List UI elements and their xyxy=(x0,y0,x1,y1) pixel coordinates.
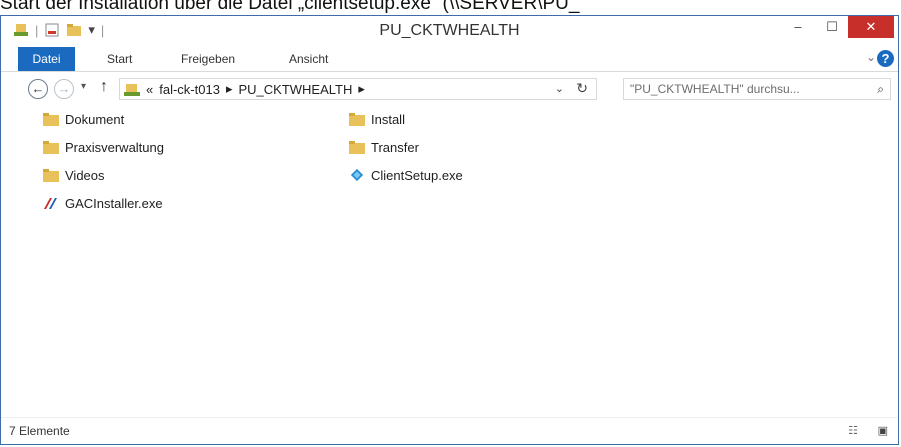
file-name: Transfer xyxy=(371,139,419,155)
tab-start[interactable]: Start xyxy=(107,47,132,71)
address-dropdown-icon[interactable]: ⌄ xyxy=(555,82,564,95)
folder-icon xyxy=(349,141,365,154)
large-icons-view-icon[interactable]: ▣ xyxy=(878,424,888,437)
folder-icon xyxy=(349,113,365,126)
item-count: 7 Elemente xyxy=(9,424,70,438)
title-bar: | ▾ | PU_CKTWHEALTH – ☐ ✕ xyxy=(1,16,898,47)
status-bar: 7 Elemente ☷ ▣ xyxy=(1,417,898,444)
file-name: ClientSetup.exe xyxy=(371,167,463,183)
file-name: Videos xyxy=(65,167,105,183)
file-name: GACInstaller.exe xyxy=(65,195,163,211)
file-name: Install xyxy=(371,111,405,127)
close-button[interactable]: ✕ xyxy=(848,16,894,38)
breadcrumb-pu-cktwhealth[interactable]: PU_CKTWHEALTH xyxy=(238,82,352,97)
refresh-icon[interactable]: ↻ xyxy=(576,80,588,97)
minimize-button[interactable]: – xyxy=(782,16,814,38)
list-item[interactable]: ClientSetup.exe xyxy=(349,164,463,186)
search-input[interactable]: "PU_CKTWHEALTH" durchsu... ⌕ xyxy=(623,78,891,100)
forward-button[interactable]: → xyxy=(54,79,74,99)
tab-datei[interactable]: Datei xyxy=(18,47,75,71)
up-button[interactable]: ↑ xyxy=(100,78,108,96)
folder-icon xyxy=(43,169,59,182)
explorer-window: | ▾ | PU_CKTWHEALTH – ☐ ✕ Datei Start Fr… xyxy=(0,15,899,445)
installer-icon xyxy=(44,198,57,209)
search-placeholder: "PU_CKTWHEALTH" durchsu... xyxy=(630,82,800,96)
navigation-bar: ← → ▾ ↑ « fal-ck-t013 ▸ PU_CKTWHEALTH ▸ … xyxy=(1,72,898,106)
breadcrumb-fal-ck-t013[interactable]: fal-ck-t013 xyxy=(159,82,220,97)
file-name: Dokument xyxy=(65,111,125,127)
breadcrumb-separator-icon[interactable]: ▸ xyxy=(226,81,233,97)
recent-locations-icon[interactable]: ▾ xyxy=(81,81,86,92)
tab-freigeben[interactable]: Freigeben xyxy=(181,47,235,71)
breadcrumb-separator-icon[interactable]: ▸ xyxy=(358,81,365,97)
list-item[interactable]: Videos xyxy=(43,164,105,186)
expand-ribbon-icon[interactable]: ⌄ xyxy=(866,50,876,64)
back-button[interactable]: ← xyxy=(28,79,48,99)
maximize-button[interactable]: ☐ xyxy=(816,16,848,38)
help-icon[interactable]: ? xyxy=(877,50,894,67)
list-item[interactable]: Dokument xyxy=(43,108,124,130)
list-item[interactable]: Praxisverwaltung xyxy=(43,136,164,158)
drive-folder-icon xyxy=(124,83,140,96)
tab-ansicht[interactable]: Ansicht xyxy=(289,47,328,71)
address-bar[interactable]: « fal-ck-t013 ▸ PU_CKTWHEALTH ▸ ⌄ ↻ xyxy=(119,78,597,100)
list-item[interactable]: Install xyxy=(349,108,405,130)
address-overflow-icon[interactable]: « xyxy=(146,82,153,97)
search-icon[interactable]: ⌕ xyxy=(877,79,884,99)
file-name: Praxisverwaltung xyxy=(65,139,164,155)
list-item[interactable]: GACInstaller.exe xyxy=(43,192,163,214)
folder-icon xyxy=(43,141,59,154)
setup-icon xyxy=(350,168,364,182)
details-view-icon[interactable]: ☷ xyxy=(848,424,858,437)
file-list: Dokument Praxisverwaltung Videos GACInst… xyxy=(1,108,898,408)
list-item[interactable]: Transfer xyxy=(349,136,419,158)
window-title: PU_CKTWHEALTH xyxy=(379,22,520,39)
folder-icon xyxy=(43,113,59,126)
ribbon: Datei Start Freigeben Ansicht ⌄ ? xyxy=(1,47,898,72)
